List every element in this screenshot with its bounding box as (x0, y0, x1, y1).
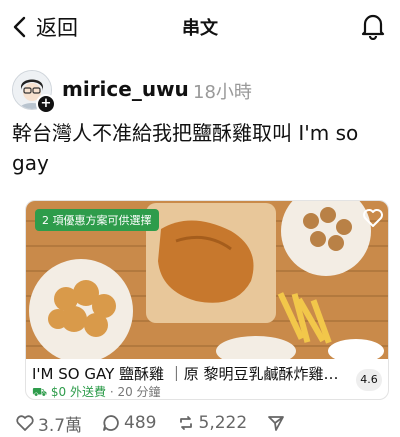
promo-badge: 2 項優惠方案可供選擇 (35, 209, 159, 231)
like-button[interactable]: 3.7萬 (16, 411, 82, 436)
bell-icon[interactable] (360, 12, 386, 40)
heart-icon (16, 415, 34, 431)
send-icon (268, 416, 285, 431)
repost-icon (179, 416, 192, 430)
action-bar: 3.7萬 489 5,222 (16, 410, 396, 436)
post-timestamp: 18小時 (193, 82, 252, 103)
share-button[interactable] (267, 414, 289, 432)
post-header: + mirice_uwu 18小時 (12, 70, 392, 114)
heart-icon[interactable] (362, 207, 384, 229)
comment-count: 489 (124, 413, 157, 433)
page-title: 串文 (182, 18, 218, 39)
top-bar: 返回 串文 (0, 0, 400, 54)
repost-button[interactable]: 5,222 (177, 413, 248, 433)
rating-badge: 4.6 (356, 369, 382, 391)
comment-button[interactable]: 489 (102, 413, 157, 433)
delivery-eta: 20 分鐘 (117, 385, 161, 399)
card-title[interactable]: I'M SO GAY 鹽酥雞 ｜原 黎明豆乳鹹酥炸雞專... (32, 363, 352, 384)
separator: · (106, 385, 118, 399)
username[interactable]: mirice_uwu (62, 77, 189, 101)
delivery-fee: $0 外送費 (50, 385, 107, 399)
link-card[interactable]: 2 項優惠方案可供選擇 I'M SO GAY 鹽酥雞 ｜原 黎明豆乳鹹酥炸雞專.… (25, 200, 389, 400)
post-text: 幹台灣人不准給我把鹽酥雞取叫 I'm so gay (12, 121, 359, 175)
like-count: 3.7萬 (38, 415, 83, 436)
follow-plus-icon[interactable]: + (36, 94, 56, 114)
delivery-icon: ⛟ (32, 385, 51, 399)
repost-count: 5,222 (198, 413, 248, 433)
card-subtitle: ⛟ $0 外送費 · 20 分鐘 (32, 383, 161, 399)
comment-icon (103, 415, 119, 431)
